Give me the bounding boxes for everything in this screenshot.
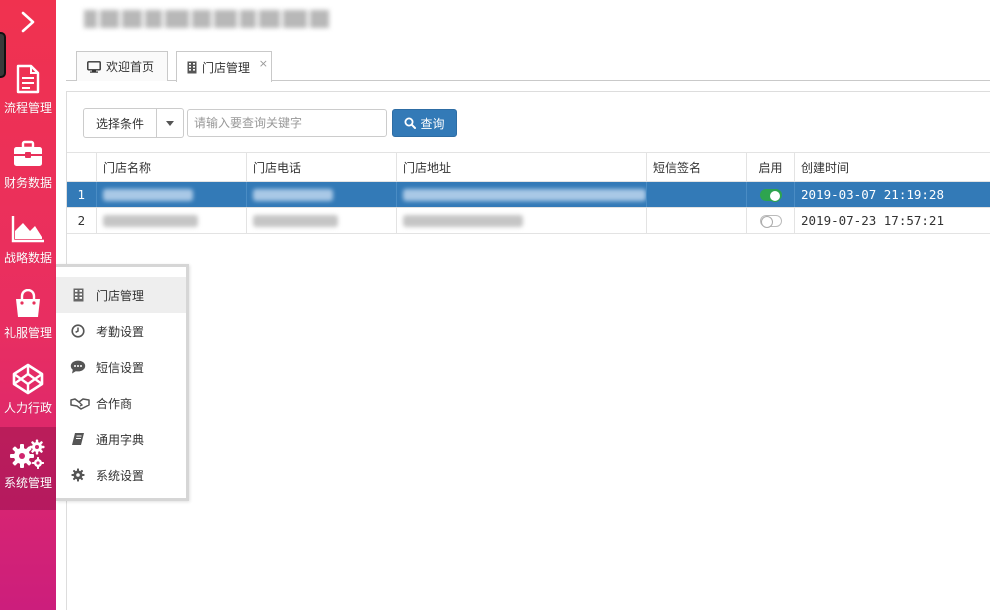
table-row[interactable]: 1 2019-03-07 21:19:28 (67, 182, 990, 208)
rail-item-hr[interactable]: 人力行政 (0, 356, 56, 431)
clock-icon (69, 322, 87, 340)
enabled-cell (747, 182, 795, 207)
tab-label: 欢迎首页 (106, 60, 155, 74)
rail-item-strategy[interactable]: 战略数据 (0, 206, 56, 281)
gears-icon (10, 437, 46, 471)
store-name-redacted (97, 208, 247, 233)
system-submenu: 门店管理 考勤设置 短信设置 合作商 通用字典 系统设置 (56, 264, 189, 501)
submenu-label: 通用字典 (96, 432, 145, 447)
enabled-toggle[interactable] (759, 214, 782, 228)
submenu-label: 短信设置 (96, 360, 145, 375)
tab-label: 门店管理 (202, 60, 251, 75)
column-header[interactable]: 启用 (747, 153, 795, 181)
submenu-label: 考勤设置 (96, 324, 145, 339)
gear-icon (69, 466, 87, 484)
query-label: 查询 (420, 116, 445, 131)
tab-bar: 欢迎首页 门店管理 × (66, 48, 990, 82)
search-input[interactable] (187, 109, 387, 137)
store-address-redacted (397, 208, 647, 233)
shopping-bag-icon (10, 287, 46, 321)
submenu-label: 系统设置 (96, 468, 145, 483)
monitor-icon (87, 60, 101, 73)
store-table: 门店名称 门店电话 门店地址 短信签名 启用 创建时间 1 2019-03-07… (67, 152, 990, 234)
submenu-item-sms[interactable]: 短信设置 (56, 349, 186, 385)
column-header[interactable]: 门店地址 (397, 153, 647, 181)
rail-item-finance[interactable]: 财务数据 (0, 131, 56, 206)
sms-signature (647, 208, 747, 233)
store-phone-redacted (247, 208, 397, 233)
enabled-toggle[interactable] (759, 188, 782, 202)
condition-select-button[interactable]: 选择条件 (83, 108, 157, 138)
submenu-item-dictionary[interactable]: 通用字典 (56, 421, 186, 457)
condition-dropdown-toggle[interactable] (157, 108, 184, 138)
submenu-item-partners[interactable]: 合作商 (56, 385, 186, 421)
area-chart-icon (10, 212, 46, 246)
rail-item-system[interactable]: 系统管理 (0, 427, 56, 510)
sms-signature (647, 182, 747, 207)
tab-close-button[interactable]: × (259, 57, 268, 70)
submenu-label: 门店管理 (96, 288, 145, 303)
store-address-redacted (397, 182, 647, 207)
column-header[interactable]: 门店电话 (247, 153, 397, 181)
rail-item-label: 流程管理 (3, 101, 52, 115)
left-rail: 流程管理 财务数据 战略数据 礼服管理 人力行政 系统管理 (0, 0, 56, 610)
rail-item-process[interactable]: 流程管理 (0, 56, 56, 131)
query-button[interactable]: 查询 (392, 109, 457, 137)
table-header: 门店名称 门店电话 门店地址 短信签名 启用 创建时间 (67, 152, 990, 182)
page-title-redacted (84, 6, 330, 32)
column-header[interactable]: 短信签名 (647, 153, 747, 181)
handshake-icon (69, 394, 91, 412)
row-index: 2 (67, 208, 97, 233)
content-panel: 选择条件 查询 门店名称 门店电话 门店地址 短信签名 启用 创建时间 1 (66, 91, 990, 610)
rail-item-label: 人力行政 (3, 401, 52, 415)
filter-bar: 选择条件 查询 (83, 108, 457, 138)
store-phone-redacted (247, 182, 397, 207)
table-row[interactable]: 2 2019-07-23 17:57:21 (67, 208, 990, 234)
search-icon (404, 117, 417, 129)
created-time: 2019-03-07 21:19:28 (801, 187, 944, 202)
expand-menu-button[interactable] (0, 0, 56, 44)
tab-store-management[interactable]: 门店管理 × (176, 51, 272, 82)
header-index (67, 153, 97, 181)
submenu-label: 合作商 (96, 396, 133, 411)
column-header[interactable]: 创建时间 (795, 153, 990, 181)
codepen-icon (10, 362, 46, 396)
briefcase-icon (10, 137, 46, 171)
rail-item-label: 财务数据 (3, 176, 52, 190)
store-name-redacted (97, 182, 247, 207)
caret-down-icon (166, 120, 174, 126)
chevron-right-icon (21, 11, 35, 33)
submenu-item-store-management[interactable]: 门店管理 (56, 277, 186, 313)
row-index: 1 (67, 182, 97, 207)
created-time: 2019-07-23 17:57:21 (801, 213, 944, 228)
rail-item-label: 系统管理 (3, 476, 52, 490)
comment-icon (69, 358, 87, 376)
column-header[interactable]: 门店名称 (97, 153, 247, 181)
submenu-item-system-settings[interactable]: 系统设置 (56, 457, 186, 493)
rail-item-label: 战略数据 (3, 251, 52, 265)
document-icon (10, 62, 46, 96)
building-icon (187, 61, 197, 74)
submenu-item-attendance[interactable]: 考勤设置 (56, 313, 186, 349)
tab-welcome[interactable]: 欢迎首页 (76, 51, 168, 81)
rail-item-label: 礼服管理 (3, 326, 52, 340)
rail-item-gown[interactable]: 礼服管理 (0, 281, 56, 356)
book-icon (69, 430, 87, 448)
building-icon (69, 286, 87, 304)
condition-label: 选择条件 (95, 116, 144, 131)
enabled-cell (747, 208, 795, 233)
